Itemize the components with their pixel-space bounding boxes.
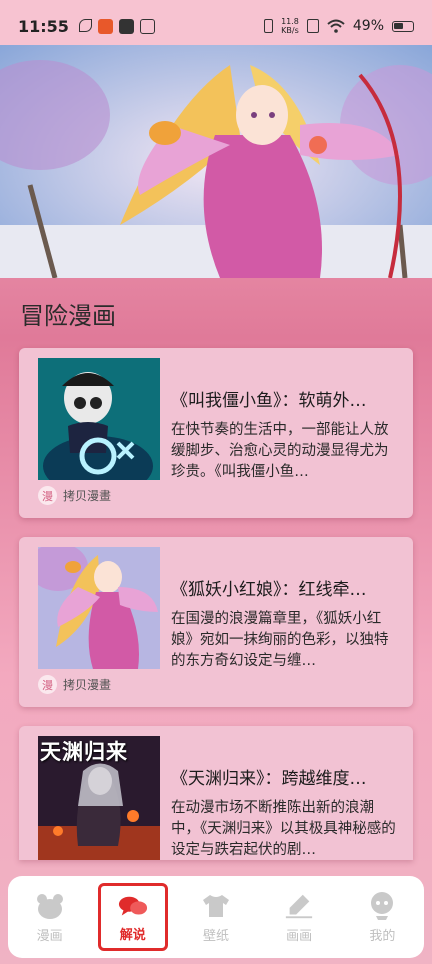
source-logo-icon: 漫 (38, 675, 57, 694)
leaf-icon (78, 18, 92, 32)
article-description: 在国漫的浪漫篇章里，《狐妖小红娘》宛如一抹绚丽的色彩，以独特的东方奇幻设定与缠… (171, 611, 389, 669)
huyao-thumb-illustration (38, 547, 160, 669)
tab-manhua[interactable]: 漫画 (15, 891, 85, 944)
banner-illustration (0, 45, 432, 278)
app-icon (97, 18, 113, 34)
net-speed-value: 11.8 (281, 17, 299, 26)
bear-icon (35, 891, 65, 921)
tab-wode[interactable]: 我的 (347, 891, 417, 944)
battery-percent: 49% (352, 18, 384, 34)
article-thumbnail (38, 358, 160, 480)
play-icon (139, 18, 155, 34)
tab-huahua[interactable]: 画画 (264, 891, 334, 944)
thumbnail-title-text: 天渊归来 (40, 740, 128, 764)
wifi-icon (327, 19, 345, 33)
profile-icon (367, 891, 397, 921)
article-description: 在动漫市场不断推陈出新的浪潮中，《天渊归来》以其极具神秘感的设定与跌宕起伏的剧… (171, 800, 396, 858)
bottom-tab-bar: 漫画 解说 壁纸 画画 我的 (8, 876, 424, 958)
vibrate-icon (264, 19, 274, 33)
source-logo-icon: 漫 (38, 486, 57, 505)
tab-label: 解说 (119, 928, 146, 943)
tab-bizhi[interactable]: 壁纸 (181, 891, 251, 944)
tab-label: 漫画 (36, 928, 63, 944)
tab-label: 我的 (369, 928, 396, 944)
article-thumbnail: 天渊归来 (38, 736, 160, 860)
section-title: 冒险漫画 (20, 302, 116, 330)
article-title: 《天渊归来》：跨越维度… (171, 769, 367, 789)
mail-icon (118, 18, 134, 34)
article-card[interactable]: 《狐妖小红娘》：红线牵… 在国漫的浪漫篇章里，《狐妖小红娘》宛如一抹绚丽的色彩，… (19, 537, 413, 707)
article-thumbnail (38, 547, 160, 669)
tab-label: 壁纸 (202, 928, 229, 944)
article-title: 《狐妖小红娘》：红线牵… (171, 580, 367, 600)
net-speed: 11.8 KB/s (281, 17, 299, 35)
hero-banner[interactable] (0, 45, 432, 278)
net-speed-unit: KB/s (281, 26, 299, 35)
article-card[interactable]: 《叫我僵小鱼》：软萌外… 在快节奏的生活中，一部能让人放缓脚步、治愈心灵的动漫显… (19, 348, 413, 518)
article-card[interactable]: 天渊归来 《天渊归来》：跨越维度… 在动漫市场不断推陈出新的浪潮中，《天渊归来》… (19, 726, 413, 860)
article-source[interactable]: 漫 拷贝漫畫 (38, 486, 111, 505)
sim-icon (306, 19, 319, 33)
notification-icons (78, 18, 155, 34)
article-description: 在快节奏的生活中，一部能让人放缓脚步、治愈心灵的动漫显得尤为珍贵。《叫我僵小鱼… (171, 422, 389, 480)
jiangxiaoyu-thumb-illustration (38, 358, 160, 480)
source-label: 拷贝漫畫 (63, 678, 112, 692)
source-label: 拷贝漫畫 (63, 489, 112, 503)
battery-icon (392, 20, 414, 32)
clock: 11:55 (18, 16, 69, 36)
tshirt-icon (201, 891, 231, 921)
pen-icon (284, 891, 314, 921)
tab-label: 画画 (286, 928, 313, 944)
article-source[interactable]: 漫 拷贝漫畫 (38, 675, 111, 694)
tab-jieshuo[interactable]: 解说 (97, 883, 168, 951)
chat-bubbles-icon (118, 894, 148, 920)
article-title: 《叫我僵小鱼》：软萌外… (171, 391, 367, 411)
